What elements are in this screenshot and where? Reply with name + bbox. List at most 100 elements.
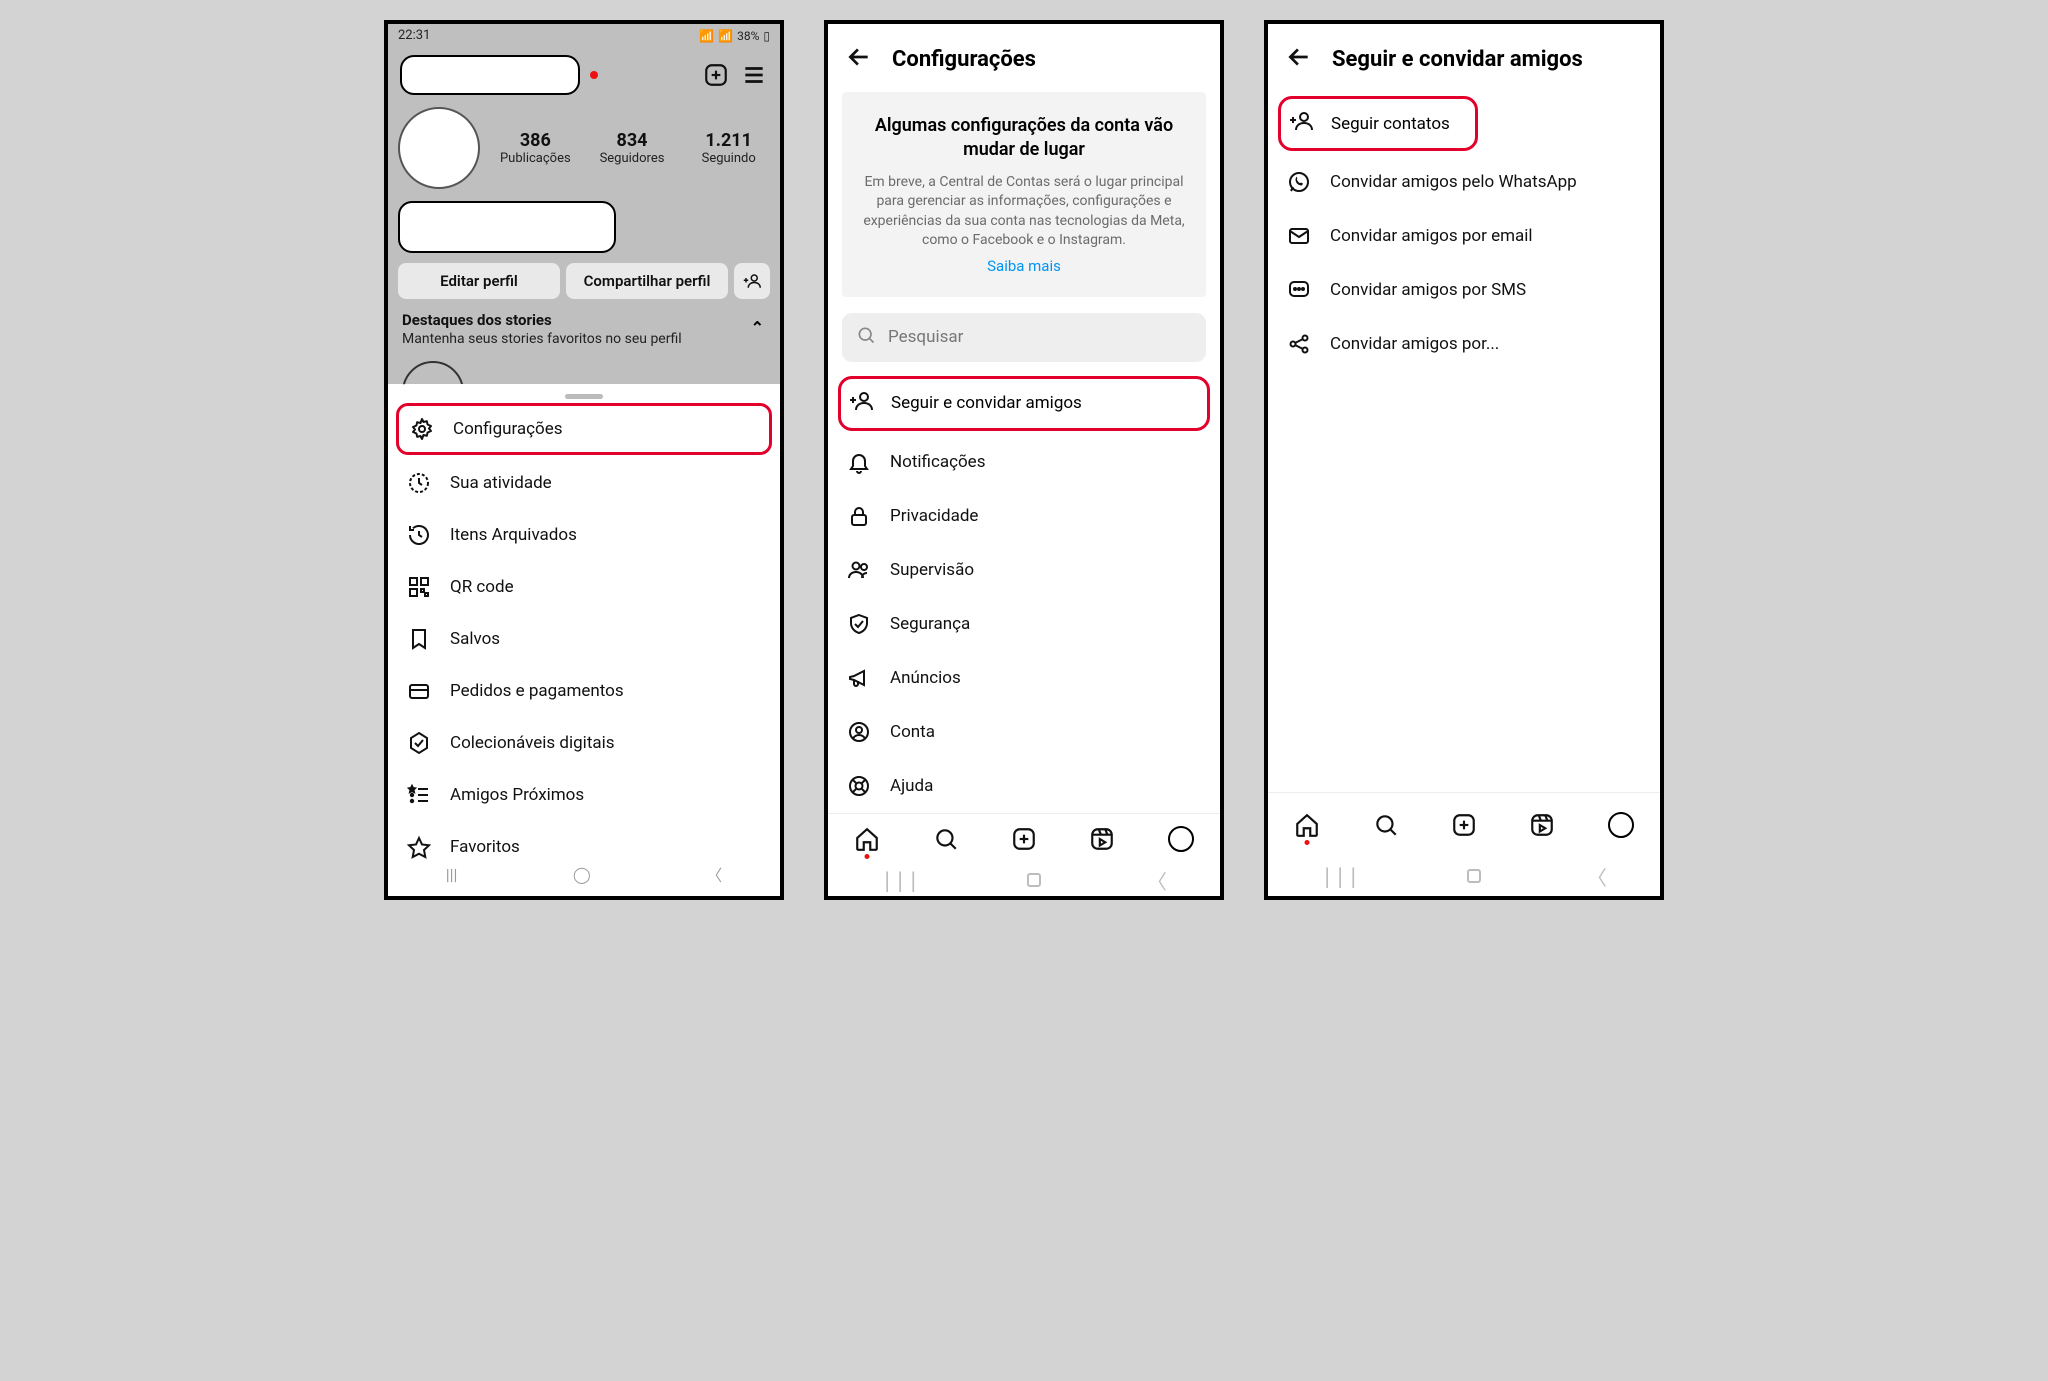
nav-search[interactable]: [932, 825, 960, 853]
sheet-item-archive[interactable]: Itens Arquivados: [388, 509, 780, 561]
nav-profile[interactable]: [1167, 825, 1195, 853]
settings-search[interactable]: Pesquisar: [842, 313, 1206, 362]
discover-people-button[interactable]: [734, 263, 770, 299]
display-name-redacted: [398, 201, 616, 253]
sheet-item-label: QR code: [450, 577, 514, 597]
nav-home[interactable]: [1293, 811, 1321, 839]
clock-icon: [406, 470, 432, 496]
invite-item-whatsapp[interactable]: Convidar amigos pelo WhatsApp: [1268, 155, 1660, 209]
settings-item-label: Ajuda: [890, 776, 933, 796]
share-profile-button[interactable]: Compartilhar perfil: [566, 263, 728, 299]
invite-item-label: Seguir contatos: [1331, 114, 1450, 134]
search-placeholder: Pesquisar: [888, 327, 963, 347]
battery-percent: 38%: [737, 29, 759, 43]
settings-item-label: Privacidade: [890, 506, 978, 526]
sheet-item-orders[interactable]: Pedidos e pagamentos: [388, 665, 780, 717]
sms-icon: [1286, 277, 1312, 303]
username-redacted[interactable]: [400, 55, 580, 95]
settings-item-label: Notificações: [890, 452, 985, 472]
hexagon-check-icon: [406, 730, 432, 756]
battery-icon: ▯: [763, 29, 770, 43]
nav-create[interactable]: [1450, 811, 1478, 839]
sheet-item-settings[interactable]: Configurações: [396, 403, 772, 455]
nav-home[interactable]: [853, 825, 881, 853]
list-star-icon: [406, 782, 432, 808]
settings-item-security[interactable]: Segurança: [828, 597, 1220, 651]
invite-item-label: Convidar amigos por email: [1330, 226, 1533, 246]
help-icon: [846, 773, 872, 799]
chevron-up-icon[interactable]: ⌃: [751, 318, 764, 337]
edit-profile-button[interactable]: Editar perfil: [398, 263, 560, 299]
bell-icon: [846, 449, 872, 475]
sheet-item-qrcode[interactable]: QR code: [388, 561, 780, 613]
stat-posts-label: Publicações: [494, 151, 577, 166]
sheet-item-label: Amigos Próximos: [450, 785, 584, 805]
nav-reels[interactable]: [1088, 825, 1116, 853]
create-post-button[interactable]: [702, 61, 730, 89]
whatsapp-icon: [1286, 169, 1312, 195]
home-button[interactable]: [1467, 869, 1481, 883]
status-time: 22:31: [398, 28, 430, 43]
home-button[interactable]: [1027, 873, 1041, 887]
recents-button[interactable]: |||: [1321, 864, 1360, 888]
invite-item-sms[interactable]: Convidar amigos por SMS: [1268, 263, 1660, 317]
settings-item-privacy[interactable]: Privacidade: [828, 489, 1220, 543]
back-button[interactable]: 〈: [1587, 862, 1607, 891]
page-title: Configurações: [892, 47, 1036, 72]
nav-create[interactable]: [1010, 825, 1038, 853]
settings-item-follow-invite[interactable]: Seguir e convidar amigos: [838, 376, 1210, 431]
status-right: 📶 📶 38% ▯: [699, 29, 770, 43]
sheet-handle[interactable]: [565, 394, 603, 399]
sheet-item-saved[interactable]: Salvos: [388, 613, 780, 665]
wifi-icon: 📶: [699, 29, 714, 43]
learn-more-link[interactable]: Saiba mais: [860, 257, 1188, 275]
invite-item-label: Convidar amigos pelo WhatsApp: [1330, 172, 1577, 192]
options-bottom-sheet: Configurações Sua atividade Itens Arquiv…: [388, 384, 780, 896]
sheet-item-label: Pedidos e pagamentos: [450, 681, 624, 701]
sheet-item-activity[interactable]: Sua atividade: [388, 457, 780, 509]
signal-icon: 📶: [718, 29, 733, 43]
settings-item-help[interactable]: Ajuda: [828, 759, 1220, 813]
stat-followers[interactable]: 834 Seguidores: [591, 130, 674, 166]
recents-button[interactable]: |||: [881, 868, 920, 892]
stat-posts[interactable]: 386 Publicações: [494, 130, 577, 166]
gear-icon: [409, 416, 435, 442]
back-button[interactable]: 〈: [706, 862, 722, 886]
invite-item-share[interactable]: Convidar amigos por...: [1268, 317, 1660, 371]
add-person-icon: [849, 389, 873, 418]
screen-profile: 22:31 📶 📶 38% ▯ 386 Publicações: [384, 20, 784, 900]
accounts-center-info: Algumas configurações da conta vão mudar…: [842, 92, 1206, 297]
back-arrow-button[interactable]: [846, 44, 872, 74]
invite-item-follow-contacts[interactable]: Seguir contatos: [1278, 96, 1478, 151]
settings-item-label: Segurança: [890, 614, 970, 634]
add-person-icon: [1289, 109, 1313, 138]
back-button[interactable]: 〈: [1147, 866, 1167, 895]
back-arrow-button[interactable]: [1286, 44, 1312, 74]
settings-item-supervision[interactable]: Supervisão: [828, 543, 1220, 597]
stat-followers-num: 834: [591, 130, 674, 151]
profile-avatar[interactable]: [398, 107, 480, 189]
search-icon: [856, 325, 876, 350]
recents-button[interactable]: |||: [446, 865, 458, 884]
status-bar: 22:31 📶 📶 38% ▯: [388, 24, 780, 47]
page-title: Seguir e convidar amigos: [1332, 47, 1583, 72]
nav-profile[interactable]: [1607, 811, 1635, 839]
sheet-item-label: Configurações: [453, 419, 563, 439]
settings-item-account[interactable]: Conta: [828, 705, 1220, 759]
stat-following[interactable]: 1.211 Seguindo: [687, 130, 770, 166]
invite-item-email[interactable]: Convidar amigos por email: [1268, 209, 1660, 263]
hamburger-menu-button[interactable]: [740, 61, 768, 89]
info-body: Em breve, a Central de Contas será o lug…: [860, 173, 1188, 251]
sheet-item-collectibles[interactable]: Colecionáveis digitais: [388, 717, 780, 769]
megaphone-icon: [846, 665, 872, 691]
settings-item-label: Conta: [890, 722, 935, 742]
sheet-item-label: Colecionáveis digitais: [450, 733, 615, 753]
sheet-item-close-friends[interactable]: Amigos Próximos: [388, 769, 780, 821]
nav-search[interactable]: [1372, 811, 1400, 839]
home-button[interactable]: ◯: [573, 865, 591, 884]
settings-item-notifications[interactable]: Notificações: [828, 435, 1220, 489]
settings-item-ads[interactable]: Anúncios: [828, 651, 1220, 705]
nav-reels[interactable]: [1528, 811, 1556, 839]
highlights-title[interactable]: Destaques dos stories: [402, 311, 766, 329]
lock-icon: [846, 503, 872, 529]
